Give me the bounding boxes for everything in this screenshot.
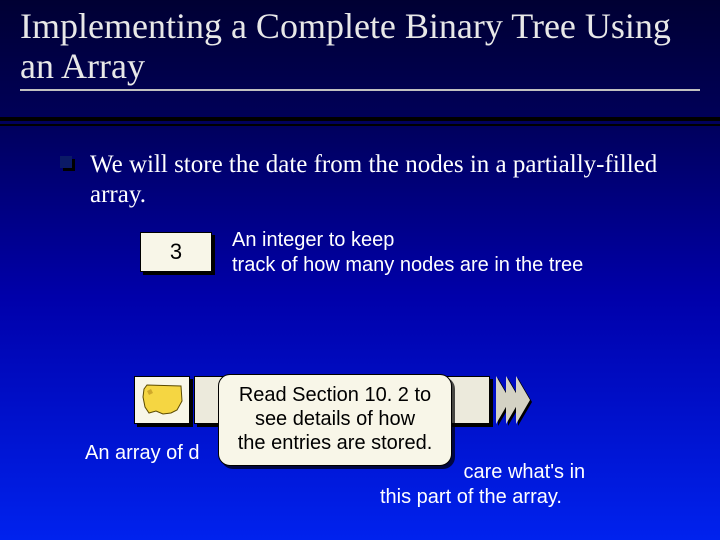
horizontal-double-rule: [0, 117, 720, 126]
note-line3: the entries are stored.: [238, 432, 433, 454]
shadow-square-icon: [60, 156, 76, 172]
bullet-item: We will store the date from the nodes in…: [60, 150, 690, 209]
array-cell-0: [134, 376, 190, 424]
note-line2: see details of how: [255, 408, 415, 430]
integer-caption: An integer to keep track of how many nod…: [232, 228, 690, 278]
title-underline: [20, 89, 700, 91]
slide-title: Implementing a Complete Binary Tree Usin…: [20, 6, 700, 87]
integer-count-box: 3: [140, 232, 212, 272]
integer-caption-line2: track of how many nodes are in the tree: [232, 254, 583, 276]
content-area: We will store the date from the nodes in…: [60, 150, 690, 209]
tail-caption-line1: care what's in: [464, 461, 586, 483]
bullet-text: We will store the date from the nodes in…: [90, 150, 690, 209]
tail-caption-line2: this part of the array.: [380, 486, 562, 508]
integer-caption-line1: An integer to keep: [232, 229, 394, 251]
callout-note: Read Section 10. 2 to see details of how…: [218, 374, 452, 466]
tail-caption: We don't care what's in this part of the…: [380, 460, 690, 510]
array-continuation-icon: [496, 376, 526, 424]
note-line1: Read Section 10. 2 to: [239, 384, 431, 406]
title-area: Implementing a Complete Binary Tree Usin…: [0, 0, 720, 87]
array-caption: An array of d: [85, 442, 200, 465]
